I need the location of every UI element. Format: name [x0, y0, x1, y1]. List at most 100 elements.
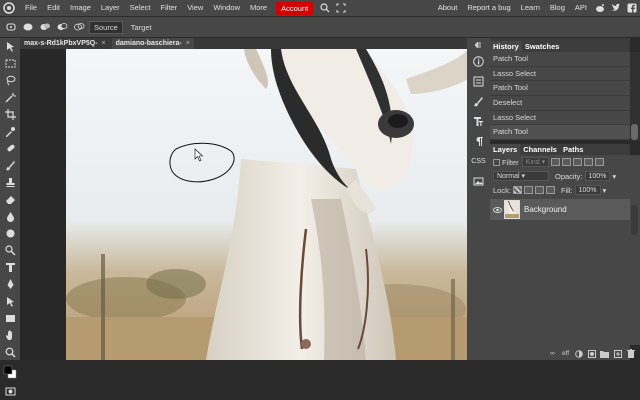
paragraph-icon[interactable]	[467, 131, 490, 151]
history-item[interactable]: Deselect	[490, 96, 630, 111]
clone-stamp-icon[interactable]	[0, 174, 20, 191]
search-icon[interactable]	[320, 3, 330, 13]
magic-wand-icon[interactable]	[0, 89, 20, 106]
delete-layer-icon[interactable]	[625, 349, 636, 358]
document-tab-active[interactable]: damiano-baschiera- ×	[111, 38, 194, 49]
menu-window[interactable]: Window	[208, 0, 245, 16]
menu-select[interactable]: Select	[125, 0, 156, 16]
history-item[interactable]: Patch Tool	[490, 52, 630, 67]
lasso-tool-icon[interactable]	[0, 72, 20, 89]
history-icon[interactable]	[467, 71, 490, 91]
filter-checkbox[interactable]	[493, 158, 500, 166]
account-button[interactable]: Account	[276, 1, 314, 15]
menu-more[interactable]: More	[245, 0, 272, 16]
document-tab[interactable]: max-s-Rd1kPbxVP5Q- ×	[20, 38, 110, 49]
blur-tool-icon[interactable]	[0, 225, 20, 242]
healing-brush-icon[interactable]	[0, 140, 20, 157]
selection-add-icon[interactable]	[38, 21, 51, 34]
source-button[interactable]: Source	[89, 20, 123, 34]
menu-layer[interactable]: Layer	[96, 0, 125, 16]
pen-tool-icon[interactable]	[0, 276, 20, 293]
menu-learn[interactable]: Learn	[516, 0, 545, 16]
tab-history[interactable]: History	[490, 41, 522, 52]
facebook-icon[interactable]	[627, 3, 637, 13]
close-tab-icon[interactable]: ×	[102, 38, 106, 49]
filter-pixel-icon[interactable]	[551, 158, 561, 166]
marquee-tool-icon[interactable]	[0, 55, 20, 72]
fill-input[interactable]: 100%	[574, 185, 601, 195]
layers-scroll-thumb[interactable]	[631, 205, 638, 235]
history-item[interactable]: Patch Tool	[490, 81, 630, 97]
twitter-icon[interactable]	[611, 3, 621, 13]
opacity-dropdown-icon[interactable]: ▾	[612, 172, 616, 181]
layer-mask-icon[interactable]	[586, 349, 597, 358]
filter-shape-icon[interactable]	[584, 158, 594, 166]
goat-photo[interactable]	[66, 49, 467, 360]
menu-report-bug[interactable]: Report a bug	[462, 0, 515, 16]
eyedropper-icon[interactable]	[0, 123, 20, 140]
lock-all-icon[interactable]	[545, 186, 555, 194]
fullscreen-icon[interactable]	[336, 3, 346, 13]
css-icon[interactable]: CSS	[467, 151, 490, 171]
text-tool-icon[interactable]	[0, 259, 20, 276]
lock-pixels-icon[interactable]	[523, 186, 533, 194]
patch-tool-icon[interactable]	[4, 21, 17, 34]
selection-new-icon[interactable]	[21, 21, 34, 34]
info-icon[interactable]	[467, 51, 490, 71]
blend-mode-select[interactable]: Normal ▾	[493, 171, 549, 181]
history-item[interactable]: Lasso Select	[490, 67, 630, 82]
collapse-panels-icon[interactable]	[467, 38, 490, 51]
kind-select[interactable]: Kind ▾	[521, 157, 550, 167]
color-swatches-icon[interactable]	[0, 361, 20, 383]
path-select-icon[interactable]	[0, 293, 20, 310]
selection-intersect-icon[interactable]	[72, 21, 85, 34]
layer-row-background[interactable]: Background	[490, 199, 630, 220]
history-item-current[interactable]: Patch Tool	[490, 125, 630, 141]
target-button[interactable]: Target	[127, 22, 156, 33]
tab-paths[interactable]: Paths	[559, 144, 587, 155]
history-scroll-thumb[interactable]	[631, 124, 638, 140]
new-group-icon[interactable]	[599, 349, 610, 358]
opacity-input[interactable]: 100%	[584, 171, 611, 181]
move-tool-icon[interactable]	[0, 38, 20, 55]
history-item[interactable]: Lasso Select	[490, 111, 630, 126]
brush-tool-icon[interactable]	[0, 157, 20, 174]
tab-channels[interactable]: Channels	[520, 144, 560, 155]
crop-tool-icon[interactable]	[0, 106, 20, 123]
tab-swatches[interactable]: Swatches	[521, 41, 563, 52]
link-layers-icon[interactable]: ∞	[547, 349, 558, 358]
selection-subtract-icon[interactable]	[55, 21, 68, 34]
photopea-logo-icon[interactable]	[2, 1, 16, 15]
image-icon[interactable]	[467, 171, 490, 191]
canvas-area[interactable]	[20, 49, 467, 360]
reddit-icon[interactable]	[595, 3, 605, 13]
menu-view[interactable]: View	[182, 0, 208, 16]
menu-api[interactable]: API	[570, 0, 592, 16]
filter-smart-icon[interactable]	[595, 158, 605, 166]
adjustment-layer-icon[interactable]	[573, 349, 584, 358]
layers-scrollbar[interactable]	[630, 155, 640, 345]
quick-mask-icon[interactable]	[0, 383, 20, 400]
filter-text-icon[interactable]	[573, 158, 583, 166]
filter-adjustment-icon[interactable]	[562, 158, 572, 166]
menu-image[interactable]: Image	[65, 0, 96, 16]
menu-file[interactable]: File	[20, 0, 42, 16]
zoom-tool-icon[interactable]	[0, 344, 20, 361]
fill-dropdown-icon[interactable]: ▾	[603, 186, 607, 195]
shape-tool-icon[interactable]	[0, 310, 20, 327]
menu-edit[interactable]: Edit	[42, 0, 65, 16]
gradient-tool-icon[interactable]	[0, 208, 20, 225]
new-layer-icon[interactable]	[612, 349, 623, 358]
layer-effects-icon[interactable]: eff	[560, 349, 571, 358]
hand-tool-icon[interactable]	[0, 327, 20, 344]
lock-position-icon[interactable]	[534, 186, 544, 194]
menu-filter[interactable]: Filter	[156, 0, 183, 16]
eye-icon[interactable]	[490, 206, 504, 213]
dodge-tool-icon[interactable]	[0, 242, 20, 259]
menu-blog[interactable]: Blog	[545, 0, 570, 16]
brush-settings-icon[interactable]	[467, 91, 490, 111]
menu-about[interactable]: About	[433, 0, 463, 16]
close-tab-icon[interactable]: ×	[186, 38, 190, 49]
tab-layers[interactable]: Layers	[490, 144, 521, 155]
character-icon[interactable]	[467, 111, 490, 131]
